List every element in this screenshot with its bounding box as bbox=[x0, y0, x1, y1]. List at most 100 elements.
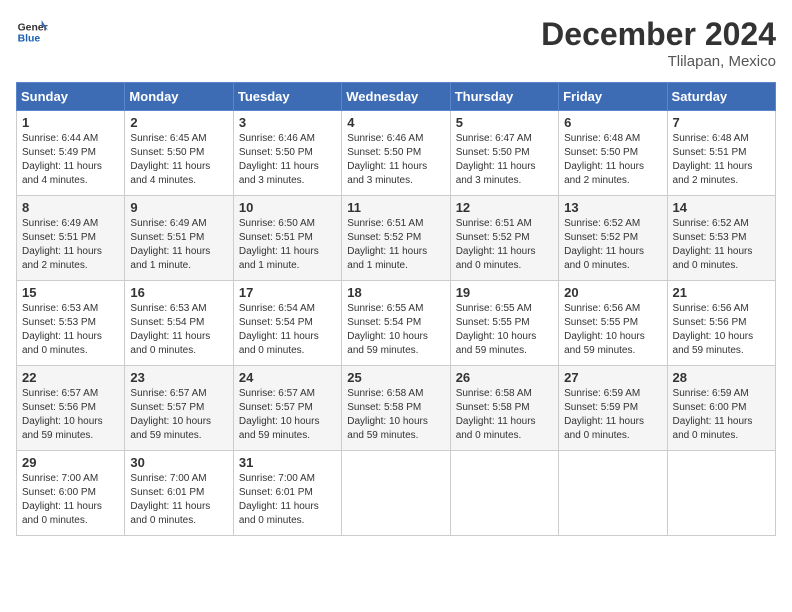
day-info: Sunrise: 7:00 AMSunset: 6:01 PMDaylight:… bbox=[130, 472, 227, 528]
day-number: 23 bbox=[130, 370, 227, 385]
day-number: 22 bbox=[22, 370, 119, 385]
day-number: 1 bbox=[22, 115, 119, 130]
day-info: Sunrise: 7:00 AMSunset: 6:00 PMDaylight:… bbox=[22, 472, 119, 528]
calendar-cell: 31 Sunrise: 7:00 AMSunset: 6:01 PMDaylig… bbox=[233, 451, 341, 536]
day-number: 29 bbox=[22, 455, 119, 470]
calendar-cell: 10 Sunrise: 6:50 AMSunset: 5:51 PMDaylig… bbox=[233, 196, 341, 281]
day-number: 17 bbox=[239, 285, 336, 300]
logo: General Blue bbox=[16, 16, 48, 48]
day-number: 12 bbox=[456, 200, 553, 215]
day-number: 4 bbox=[347, 115, 444, 130]
calendar-cell: 11 Sunrise: 6:51 AMSunset: 5:52 PMDaylig… bbox=[342, 196, 450, 281]
calendar-cell: 27 Sunrise: 6:59 AMSunset: 5:59 PMDaylig… bbox=[559, 366, 667, 451]
day-info: Sunrise: 6:59 AMSunset: 5:59 PMDaylight:… bbox=[564, 387, 661, 443]
col-header-thursday: Thursday bbox=[450, 83, 558, 111]
calendar-cell: 29 Sunrise: 7:00 AMSunset: 6:00 PMDaylig… bbox=[17, 451, 125, 536]
day-info: Sunrise: 6:44 AMSunset: 5:49 PMDaylight:… bbox=[22, 132, 119, 188]
calendar-cell bbox=[559, 451, 667, 536]
day-info: Sunrise: 6:55 AMSunset: 5:54 PMDaylight:… bbox=[347, 302, 444, 358]
day-info: Sunrise: 6:52 AMSunset: 5:53 PMDaylight:… bbox=[673, 217, 770, 273]
day-info: Sunrise: 6:59 AMSunset: 6:00 PMDaylight:… bbox=[673, 387, 770, 443]
week-row-4: 22 Sunrise: 6:57 AMSunset: 5:56 PMDaylig… bbox=[17, 366, 776, 451]
day-info: Sunrise: 6:57 AMSunset: 5:57 PMDaylight:… bbox=[130, 387, 227, 443]
day-number: 3 bbox=[239, 115, 336, 130]
day-info: Sunrise: 6:54 AMSunset: 5:54 PMDaylight:… bbox=[239, 302, 336, 358]
day-number: 5 bbox=[456, 115, 553, 130]
week-row-2: 8 Sunrise: 6:49 AMSunset: 5:51 PMDayligh… bbox=[17, 196, 776, 281]
calendar-cell: 14 Sunrise: 6:52 AMSunset: 5:53 PMDaylig… bbox=[667, 196, 775, 281]
calendar-cell: 9 Sunrise: 6:49 AMSunset: 5:51 PMDayligh… bbox=[125, 196, 233, 281]
day-info: Sunrise: 6:47 AMSunset: 5:50 PMDaylight:… bbox=[456, 132, 553, 188]
day-info: Sunrise: 6:53 AMSunset: 5:53 PMDaylight:… bbox=[22, 302, 119, 358]
day-info: Sunrise: 7:00 AMSunset: 6:01 PMDaylight:… bbox=[239, 472, 336, 528]
calendar-cell: 22 Sunrise: 6:57 AMSunset: 5:56 PMDaylig… bbox=[17, 366, 125, 451]
day-number: 30 bbox=[130, 455, 227, 470]
calendar-cell: 15 Sunrise: 6:53 AMSunset: 5:53 PMDaylig… bbox=[17, 281, 125, 366]
day-info: Sunrise: 6:46 AMSunset: 5:50 PMDaylight:… bbox=[347, 132, 444, 188]
week-row-3: 15 Sunrise: 6:53 AMSunset: 5:53 PMDaylig… bbox=[17, 281, 776, 366]
day-info: Sunrise: 6:49 AMSunset: 5:51 PMDaylight:… bbox=[22, 217, 119, 273]
location: Tlilapan, Mexico bbox=[541, 53, 776, 70]
calendar-cell: 12 Sunrise: 6:51 AMSunset: 5:52 PMDaylig… bbox=[450, 196, 558, 281]
calendar-cell: 1 Sunrise: 6:44 AMSunset: 5:49 PMDayligh… bbox=[17, 111, 125, 196]
day-info: Sunrise: 6:58 AMSunset: 5:58 PMDaylight:… bbox=[456, 387, 553, 443]
calendar-cell: 28 Sunrise: 6:59 AMSunset: 6:00 PMDaylig… bbox=[667, 366, 775, 451]
day-number: 14 bbox=[673, 200, 770, 215]
day-info: Sunrise: 6:45 AMSunset: 5:50 PMDaylight:… bbox=[130, 132, 227, 188]
calendar-cell: 21 Sunrise: 6:56 AMSunset: 5:56 PMDaylig… bbox=[667, 281, 775, 366]
day-number: 11 bbox=[347, 200, 444, 215]
calendar-cell: 18 Sunrise: 6:55 AMSunset: 5:54 PMDaylig… bbox=[342, 281, 450, 366]
week-row-1: 1 Sunrise: 6:44 AMSunset: 5:49 PMDayligh… bbox=[17, 111, 776, 196]
day-number: 16 bbox=[130, 285, 227, 300]
day-number: 28 bbox=[673, 370, 770, 385]
calendar-cell: 25 Sunrise: 6:58 AMSunset: 5:58 PMDaylig… bbox=[342, 366, 450, 451]
day-number: 21 bbox=[673, 285, 770, 300]
calendar-cell bbox=[450, 451, 558, 536]
day-info: Sunrise: 6:48 AMSunset: 5:50 PMDaylight:… bbox=[564, 132, 661, 188]
day-number: 6 bbox=[564, 115, 661, 130]
calendar-cell bbox=[667, 451, 775, 536]
calendar-cell: 13 Sunrise: 6:52 AMSunset: 5:52 PMDaylig… bbox=[559, 196, 667, 281]
calendar-cell: 17 Sunrise: 6:54 AMSunset: 5:54 PMDaylig… bbox=[233, 281, 341, 366]
day-info: Sunrise: 6:51 AMSunset: 5:52 PMDaylight:… bbox=[347, 217, 444, 273]
col-header-sunday: Sunday bbox=[17, 83, 125, 111]
col-header-wednesday: Wednesday bbox=[342, 83, 450, 111]
day-number: 13 bbox=[564, 200, 661, 215]
day-number: 24 bbox=[239, 370, 336, 385]
day-number: 25 bbox=[347, 370, 444, 385]
day-info: Sunrise: 6:51 AMSunset: 5:52 PMDaylight:… bbox=[456, 217, 553, 273]
day-number: 20 bbox=[564, 285, 661, 300]
col-header-saturday: Saturday bbox=[667, 83, 775, 111]
svg-text:Blue: Blue bbox=[18, 34, 41, 45]
logo-icon: General Blue bbox=[16, 16, 48, 48]
col-header-tuesday: Tuesday bbox=[233, 83, 341, 111]
day-info: Sunrise: 6:56 AMSunset: 5:56 PMDaylight:… bbox=[673, 302, 770, 358]
calendar-cell: 26 Sunrise: 6:58 AMSunset: 5:58 PMDaylig… bbox=[450, 366, 558, 451]
day-info: Sunrise: 6:46 AMSunset: 5:50 PMDaylight:… bbox=[239, 132, 336, 188]
header-row: SundayMondayTuesdayWednesdayThursdayFrid… bbox=[17, 83, 776, 111]
col-header-friday: Friday bbox=[559, 83, 667, 111]
day-number: 2 bbox=[130, 115, 227, 130]
calendar-cell: 5 Sunrise: 6:47 AMSunset: 5:50 PMDayligh… bbox=[450, 111, 558, 196]
page-header: General Blue December 2024 Tlilapan, Mex… bbox=[16, 16, 776, 70]
calendar-cell: 30 Sunrise: 7:00 AMSunset: 6:01 PMDaylig… bbox=[125, 451, 233, 536]
calendar-cell: 23 Sunrise: 6:57 AMSunset: 5:57 PMDaylig… bbox=[125, 366, 233, 451]
day-number: 7 bbox=[673, 115, 770, 130]
col-header-monday: Monday bbox=[125, 83, 233, 111]
day-info: Sunrise: 6:50 AMSunset: 5:51 PMDaylight:… bbox=[239, 217, 336, 273]
calendar-cell: 3 Sunrise: 6:46 AMSunset: 5:50 PMDayligh… bbox=[233, 111, 341, 196]
title-block: December 2024 Tlilapan, Mexico bbox=[541, 16, 776, 70]
day-info: Sunrise: 6:53 AMSunset: 5:54 PMDaylight:… bbox=[130, 302, 227, 358]
day-number: 27 bbox=[564, 370, 661, 385]
day-info: Sunrise: 6:56 AMSunset: 5:55 PMDaylight:… bbox=[564, 302, 661, 358]
calendar-cell bbox=[342, 451, 450, 536]
day-info: Sunrise: 6:52 AMSunset: 5:52 PMDaylight:… bbox=[564, 217, 661, 273]
day-info: Sunrise: 6:57 AMSunset: 5:57 PMDaylight:… bbox=[239, 387, 336, 443]
calendar-cell: 6 Sunrise: 6:48 AMSunset: 5:50 PMDayligh… bbox=[559, 111, 667, 196]
calendar-cell: 16 Sunrise: 6:53 AMSunset: 5:54 PMDaylig… bbox=[125, 281, 233, 366]
day-number: 15 bbox=[22, 285, 119, 300]
calendar-cell: 7 Sunrise: 6:48 AMSunset: 5:51 PMDayligh… bbox=[667, 111, 775, 196]
calendar-cell: 19 Sunrise: 6:55 AMSunset: 5:55 PMDaylig… bbox=[450, 281, 558, 366]
day-info: Sunrise: 6:48 AMSunset: 5:51 PMDaylight:… bbox=[673, 132, 770, 188]
week-row-5: 29 Sunrise: 7:00 AMSunset: 6:00 PMDaylig… bbox=[17, 451, 776, 536]
